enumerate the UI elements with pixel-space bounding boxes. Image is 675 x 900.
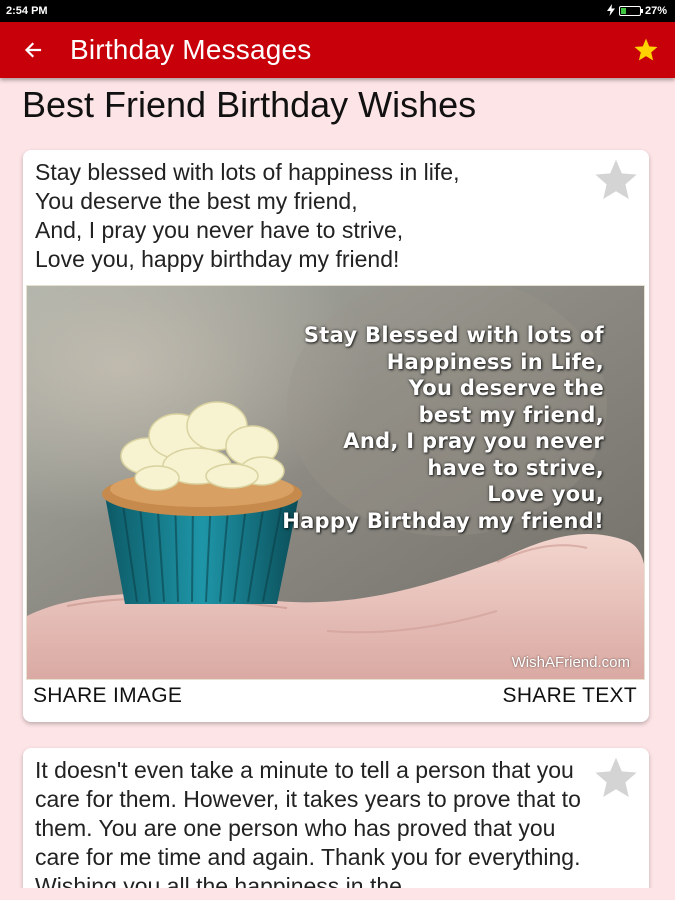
back-button[interactable]	[20, 37, 46, 63]
card-actions: SHARE IMAGE SHARE TEXT	[23, 680, 649, 722]
share-text-button[interactable]: SHARE TEXT	[503, 684, 637, 708]
app-title: Birthday Messages	[70, 34, 312, 65]
share-image-button[interactable]: SHARE IMAGE	[33, 684, 182, 708]
star-outline-icon	[595, 757, 637, 797]
message-text[interactable]: It doesn't even take a minute to tell a …	[35, 756, 590, 900]
battery-percent: 27%	[644, 5, 667, 17]
battery-level	[620, 8, 626, 14]
star-icon	[634, 38, 658, 61]
bottom-edge	[0, 888, 675, 900]
star-outline-icon	[595, 159, 637, 199]
status-time: 2:54 PM	[6, 5, 48, 17]
arrow-left-icon	[24, 42, 42, 58]
charging-icon	[606, 3, 615, 19]
message-card: Stay blessed with lots of happiness in l…	[23, 150, 649, 722]
message-text[interactable]: Stay blessed with lots of happiness in l…	[35, 158, 590, 274]
favorites-button[interactable]	[633, 37, 659, 63]
page-title: Best Friend Birthday Wishes	[22, 84, 477, 125]
battery-icon	[618, 6, 643, 16]
image-watermark: WishAFriend.com	[511, 654, 630, 671]
favorite-toggle[interactable]	[592, 754, 640, 802]
image-caption: Stay Blessed with lots of Happiness in L…	[282, 323, 604, 533]
status-bar: 2:54 PM 27%	[0, 0, 675, 22]
app-bar: Birthday Messages	[0, 22, 675, 78]
message-card: It doesn't even take a minute to tell a …	[23, 748, 649, 900]
message-image[interactable]: Stay Blessed with lots of Happiness in L…	[26, 285, 645, 680]
favorite-toggle[interactable]	[592, 156, 640, 204]
status-indicators: 27%	[606, 3, 667, 19]
